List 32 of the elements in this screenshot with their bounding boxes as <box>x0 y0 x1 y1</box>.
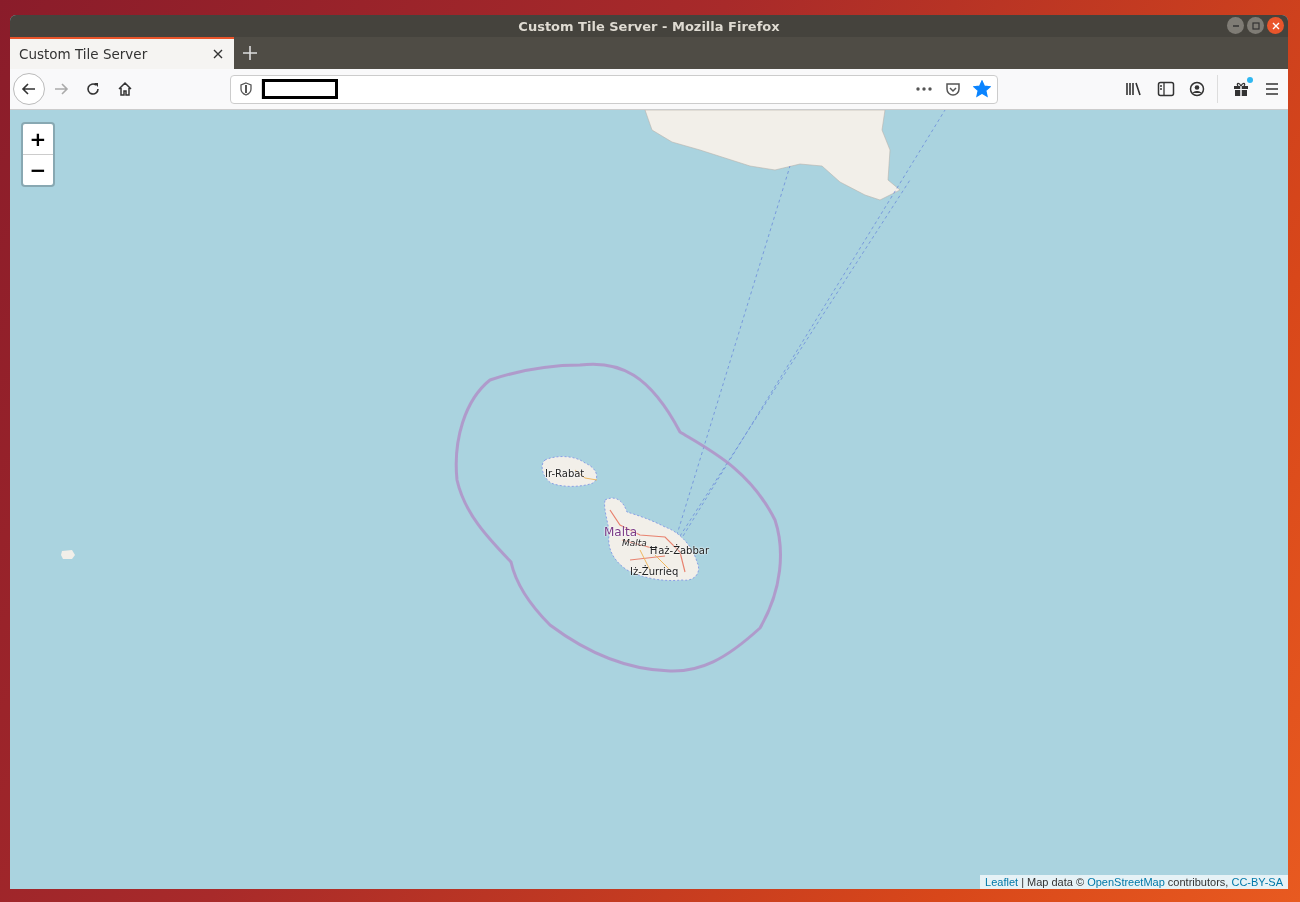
map-label: Malta <box>604 525 638 539</box>
gift-icon[interactable] <box>1232 80 1250 98</box>
close-tab-icon[interactable] <box>212 48 224 60</box>
map-label: Ir-Rabat <box>545 468 585 479</box>
back-button[interactable] <box>13 73 45 105</box>
attribution-link[interactable]: OpenStreetMap <box>1087 876 1165 888</box>
reload-icon <box>85 81 101 97</box>
pocket-icon[interactable] <box>945 81 961 97</box>
map-label: Malta <box>622 538 647 548</box>
bookmark-star-icon[interactable] <box>973 80 991 98</box>
map-label: Ħaż-Żabbar <box>649 545 710 556</box>
new-tab-icon[interactable] <box>242 45 258 61</box>
maximize-icon <box>1250 20 1261 31</box>
sidebar-icon[interactable] <box>1157 81 1175 97</box>
window-title: Custom Tile Server - Mozilla Firefox <box>518 19 780 34</box>
island-drawing <box>61 550 75 559</box>
menu-icon[interactable] <box>1264 81 1280 97</box>
zoom-out-button[interactable]: − <box>23 155 53 185</box>
attribution-link[interactable]: Leaflet <box>985 876 1019 888</box>
close-icon <box>1270 20 1281 31</box>
more-dots-icon[interactable] <box>915 86 933 92</box>
library-icon[interactable] <box>1125 81 1143 97</box>
home-icon <box>117 81 133 97</box>
zoom-in-button[interactable]: + <box>23 124 53 155</box>
attribution-text: Leaflet | Map data © OpenStreetMap contributors, CC-BY-SA <box>980 875 1288 889</box>
attribution-link[interactable]: CC-BY-SA <box>1231 876 1283 888</box>
map-label: Iż-Żurrieq <box>630 566 679 577</box>
address-bar[interactable] <box>230 74 998 104</box>
browser-tab[interactable]: Custom Tile Server <box>10 37 234 69</box>
shield-icon <box>239 82 253 96</box>
close-button[interactable] <box>1267 17 1284 34</box>
account-icon[interactable] <box>1189 81 1205 97</box>
